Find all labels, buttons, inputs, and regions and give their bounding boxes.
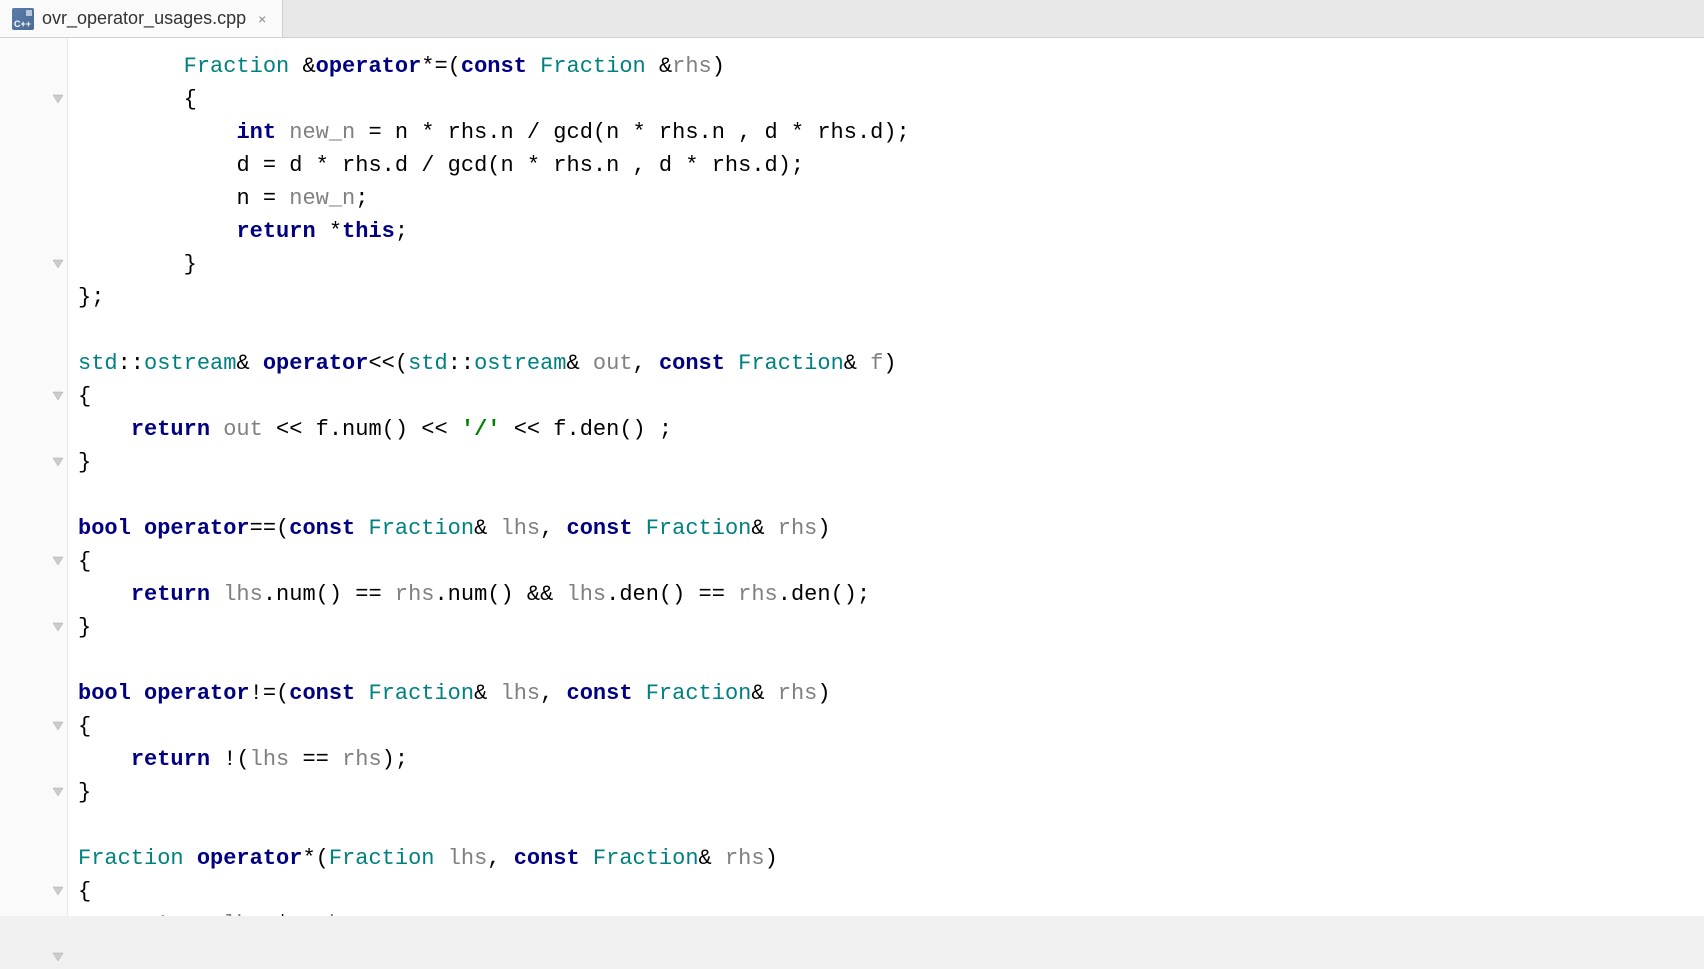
- fold-marker-icon[interactable]: [51, 719, 65, 733]
- fold-marker-icon[interactable]: [51, 455, 65, 469]
- fold-marker-icon[interactable]: [51, 554, 65, 568]
- editor-container: Fraction &operator*=(const Fraction &rhs…: [0, 38, 1704, 916]
- fold-marker-icon[interactable]: [51, 950, 65, 964]
- cpp-file-icon: C++: [12, 8, 34, 30]
- tab-bar: C++ ovr_operator_usages.cpp ×: [0, 0, 1704, 38]
- fold-marker-icon[interactable]: [51, 884, 65, 898]
- gutter: [0, 38, 68, 916]
- close-tab-button[interactable]: ×: [254, 9, 270, 29]
- fold-marker-icon[interactable]: [51, 257, 65, 271]
- fold-marker-icon[interactable]: [51, 389, 65, 403]
- tab-filename: ovr_operator_usages.cpp: [42, 8, 246, 29]
- editor-tab[interactable]: C++ ovr_operator_usages.cpp ×: [0, 0, 283, 37]
- code-editor[interactable]: Fraction &operator*=(const Fraction &rhs…: [68, 38, 1704, 916]
- fold-marker-icon[interactable]: [51, 92, 65, 106]
- fold-marker-icon[interactable]: [51, 785, 65, 799]
- fold-marker-icon[interactable]: [51, 620, 65, 634]
